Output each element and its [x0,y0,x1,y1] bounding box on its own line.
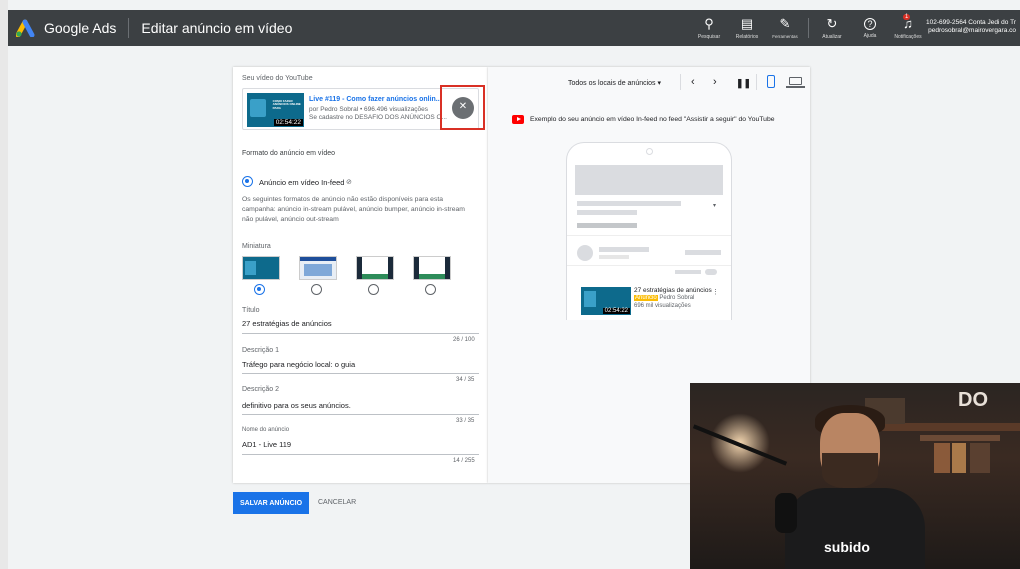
help-icon: ? [864,17,876,30]
video-duration: 02:54:22 [273,119,303,126]
pause-icon: ❚❚ [736,78,752,88]
locations-dropdown[interactable]: Todos os locais de anúncios ▾ [568,79,661,87]
youtube-icon [512,115,524,124]
help-button[interactable]: ? Ajuda [851,17,889,39]
format-label: Formato do anúncio em vídeo [242,150,335,157]
more-icon: ⋮ [712,289,719,296]
thumbnail-option-4[interactable] [413,256,451,280]
desktop-view-button[interactable] [789,77,802,85]
ad-views: 696 mil visualizações [634,303,691,309]
wall-logo: DO [958,389,988,411]
top-bar: Google Ads Editar anúncio em vídeo ⚲ Pes… [8,10,1020,46]
video-thumbnail: COMO FAZER ANÚNCIOS ONLINE PARA 02:54:22 [247,93,304,127]
thumbnail-option-3[interactable] [356,256,394,280]
video-meta: por Pedro Sobral • 696.496 visualizações [309,106,428,113]
thumbnail-graphic [250,99,266,117]
microphone [775,493,797,533]
chevron-right-icon: › [713,76,717,88]
chevron-down-icon: ▾ [713,203,717,209]
description2-label: Descrição 2 [242,386,279,393]
description2-input[interactable]: definitivo para os seus anúncios. [242,401,351,410]
video-section-label: Seu vídeo do YouTube [242,75,313,82]
description1-label: Descrição 1 [242,347,279,354]
google-ads-logo[interactable] [15,19,38,38]
thumbnail-radio-3[interactable] [368,284,379,295]
thumbnail-label: Miniatura [242,243,271,250]
preview-caption: Exemplo do seu anúncio em vídeo In-feed … [530,116,775,123]
video-title[interactable]: Live #119 - Como fazer anúncios onlin... [309,96,442,103]
page-title: Editar anúncio em vídeo [141,20,293,36]
divider [808,18,809,38]
description2-counter: 33 / 35 [456,418,475,424]
brand-name: Google Ads [44,20,117,36]
title-input[interactable]: 27 estratégias de anúncios [242,319,332,328]
thumbnail-radio-2[interactable] [311,284,322,295]
toggle [705,269,717,275]
previous-button[interactable]: ‹ [691,76,695,88]
mobile-view-button[interactable] [767,75,775,88]
highlight-box: ✕ [440,85,485,130]
thumbnail-radio-1[interactable] [254,284,265,295]
next-button[interactable]: › [713,76,717,88]
title-counter: 26 / 100 [453,337,475,343]
help-icon[interactable]: ⊘ [346,178,352,186]
cancel-button[interactable]: CANCELAR [318,492,356,514]
video-placeholder [575,165,723,195]
toolbar: ⚲ Pesquisar ▤ Relatórios ✎ Ferramentas ↻… [690,10,927,46]
description1-counter: 34 / 35 [456,377,475,383]
webcam-overlay: DO subido [690,383,1020,569]
video-description: Se cadastre no DESAFIO DOS ANÚNCIOS O... [309,114,447,121]
format-radio-infeed[interactable] [242,176,253,187]
chevron-left-icon: ‹ [691,76,695,88]
tools-button[interactable]: ✎ Ferramentas [766,16,804,40]
divider [756,74,757,90]
thumbnail-option-1[interactable] [242,256,280,280]
phone-mockup: ▾ 02:54:22 27 estratégias de anúncios An… [566,142,732,320]
chevron-down-icon: ▾ [657,80,662,87]
divider [680,74,681,90]
like-row [577,223,637,228]
description1-underline [242,373,479,374]
ad-name-label: Nome do anúncio [242,427,290,433]
notification-badge: 1 [903,13,911,20]
reports-button[interactable]: ▤ Relatórios [728,15,766,40]
search-icon: ⚲ [704,15,714,31]
title-underline [242,333,479,334]
camera-dot [646,148,653,155]
search-button[interactable]: ⚲ Pesquisar [690,15,728,40]
beard [822,453,878,488]
ad-channel: Pedro Sobral [659,295,695,301]
remove-video-button[interactable]: ✕ [452,97,474,119]
ad-name-counter: 14 / 255 [453,458,475,464]
torso [785,488,925,569]
ad-title: 27 estratégias de anúncios [634,287,712,294]
screen: Google Ads Editar anúncio em vídeo ⚲ Pes… [0,0,1020,569]
description2-underline [242,414,479,415]
reports-icon: ▤ [740,15,754,31]
close-icon: ✕ [458,101,468,112]
account-info[interactable]: 102-699-2564 Conta Jedi do Tr pedrosobra… [926,19,1016,35]
ad-name-underline [242,454,479,455]
refresh-icon: ↻ [826,15,838,31]
wrench-icon: ✎ [779,16,791,31]
title-label: Título [242,307,260,314]
ad-thumbnail: 02:54:22 [581,287,631,315]
description1-input[interactable]: Tráfego para negócio local: o guia [242,360,355,369]
thumbnail-option-2[interactable] [299,256,337,280]
thumbnail-radio-4[interactable] [425,284,436,295]
save-ad-button[interactable]: SALVAR ANÚNCIO [233,492,309,514]
format-option-label: Anúncio em vídeo In-feed [259,178,345,187]
shirt-text: subido [824,539,870,555]
format-note: Os seguintes formatos de anúncio não est… [242,196,465,223]
ad-name-input[interactable]: AD1 - Live 119 [242,440,291,449]
ad-badge: Anúncio [634,295,658,301]
left-frame [0,0,8,569]
notifications-button[interactable]: ♫ 1 Notificações [889,13,927,40]
divider [128,18,130,38]
refresh-button[interactable]: ↻ Atualizar [813,15,851,40]
pause-button[interactable]: ❚❚ [736,78,751,89]
laptop-icon [786,86,805,88]
